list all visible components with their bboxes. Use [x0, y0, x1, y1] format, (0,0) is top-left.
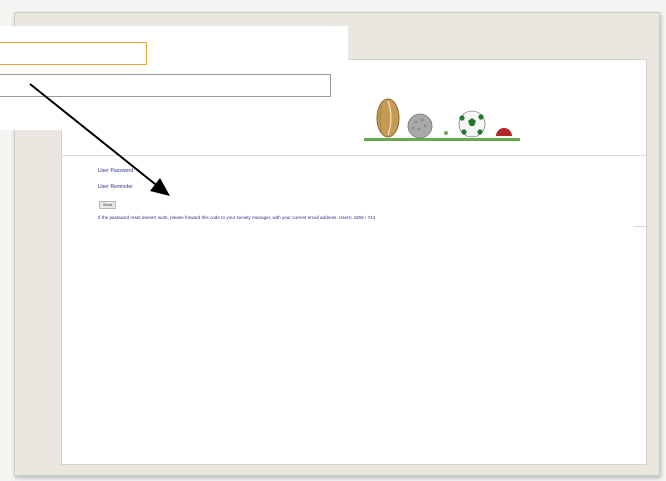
user-password-link[interactable]: User Password: [98, 168, 133, 174]
address-input[interactable]: [0, 42, 147, 65]
search-input[interactable]: [0, 74, 331, 97]
screenshot-stage: User Password User Reminder Send If the …: [0, 0, 666, 481]
rugby-ball-icon: [376, 98, 400, 138]
tee-icon: [444, 131, 448, 135]
sports-balls-banner: [376, 98, 512, 139]
password-help-text: If the password reset doesn't work, plea…: [98, 215, 376, 220]
soccer-ball-icon: [458, 110, 486, 138]
header-divider: [62, 155, 646, 156]
send-button[interactable]: Send: [99, 201, 117, 209]
golf-ball-icon: [407, 113, 433, 139]
grass-strip: [364, 138, 520, 141]
user-reminder-link[interactable]: User Reminder: [98, 184, 133, 190]
right-divider: [634, 226, 646, 227]
browser-toolbar-overlay: [0, 26, 348, 130]
cricket-ball-icon: [496, 128, 512, 136]
